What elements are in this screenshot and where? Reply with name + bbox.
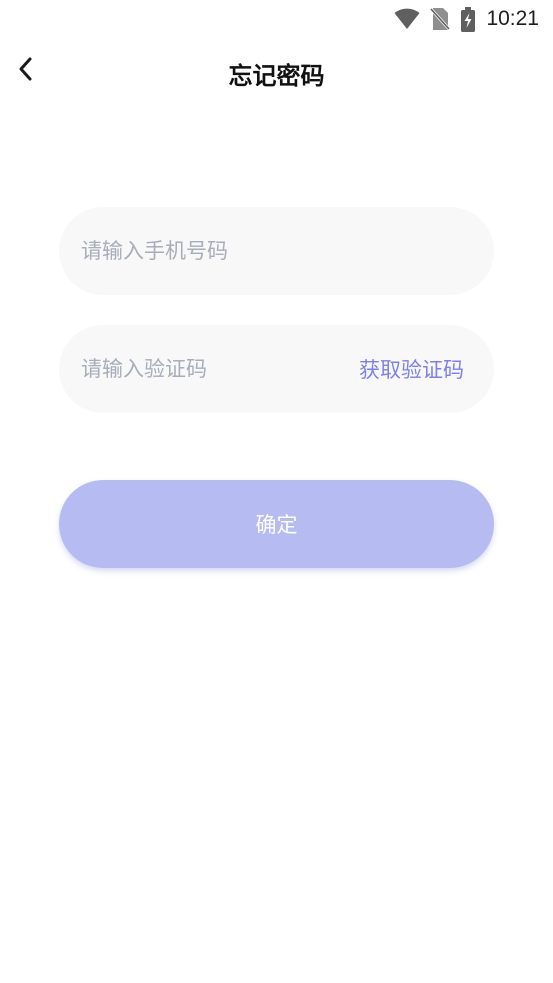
code-field: 获取验证码 bbox=[59, 325, 494, 413]
phone-input[interactable] bbox=[81, 207, 481, 295]
confirm-button[interactable]: 确定 bbox=[59, 480, 494, 568]
get-code-button[interactable]: 获取验证码 bbox=[359, 325, 464, 413]
status-time: 10:21 bbox=[486, 7, 539, 30]
page-title: 忘记密码 bbox=[228, 62, 325, 90]
wifi-icon bbox=[394, 8, 420, 30]
code-input[interactable] bbox=[81, 325, 331, 413]
no-sim-icon bbox=[430, 7, 451, 31]
phone-field bbox=[59, 207, 494, 295]
battery-charging-icon bbox=[460, 6, 476, 32]
header: 忘记密码 bbox=[0, 44, 553, 98]
status-bar: 10:21 bbox=[0, 0, 553, 38]
status-icons: 10:21 bbox=[384, 6, 539, 32]
